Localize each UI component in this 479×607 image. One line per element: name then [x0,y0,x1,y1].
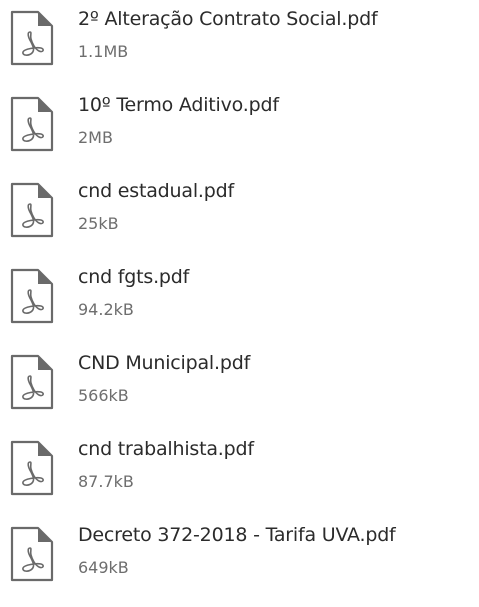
file-name: 2º Alteração Contrato Social.pdf [78,8,378,30]
file-item[interactable]: Decreto 372-2018 - Tarifa UVA.pdf 649kB [0,516,479,602]
file-size: 649kB [78,558,129,577]
pdf-file-icon [8,354,56,410]
file-size: 566kB [78,386,129,405]
file-item[interactable]: CND Municipal.pdf 566kB [0,344,479,430]
file-size: 87.7kB [78,472,134,491]
pdf-file-icon [8,182,56,238]
file-size: 2MB [78,128,113,147]
pdf-file-icon [8,96,56,152]
pdf-file-icon [8,440,56,496]
file-item[interactable]: cnd fgts.pdf 94.2kB [0,258,479,344]
file-size: 94.2kB [78,300,134,319]
file-name: Decreto 372-2018 - Tarifa UVA.pdf [78,524,396,546]
file-name: cnd fgts.pdf [78,266,190,288]
file-item[interactable]: cnd trabalhista.pdf 87.7kB [0,430,479,516]
file-name: cnd trabalhista.pdf [78,438,254,460]
pdf-file-icon [8,268,56,324]
file-name: cnd estadual.pdf [78,180,234,202]
file-item[interactable]: 10º Termo Aditivo.pdf 2MB [0,86,479,172]
file-item[interactable]: 2º Alteração Contrato Social.pdf 1.1MB [0,0,479,86]
pdf-file-icon [8,526,56,582]
file-item[interactable]: cnd estadual.pdf 25kB [0,172,479,258]
pdf-file-icon [8,10,56,66]
file-name: CND Municipal.pdf [78,352,251,374]
file-name: 10º Termo Aditivo.pdf [78,94,279,116]
file-size: 25kB [78,214,119,233]
file-size: 1.1MB [78,42,129,61]
